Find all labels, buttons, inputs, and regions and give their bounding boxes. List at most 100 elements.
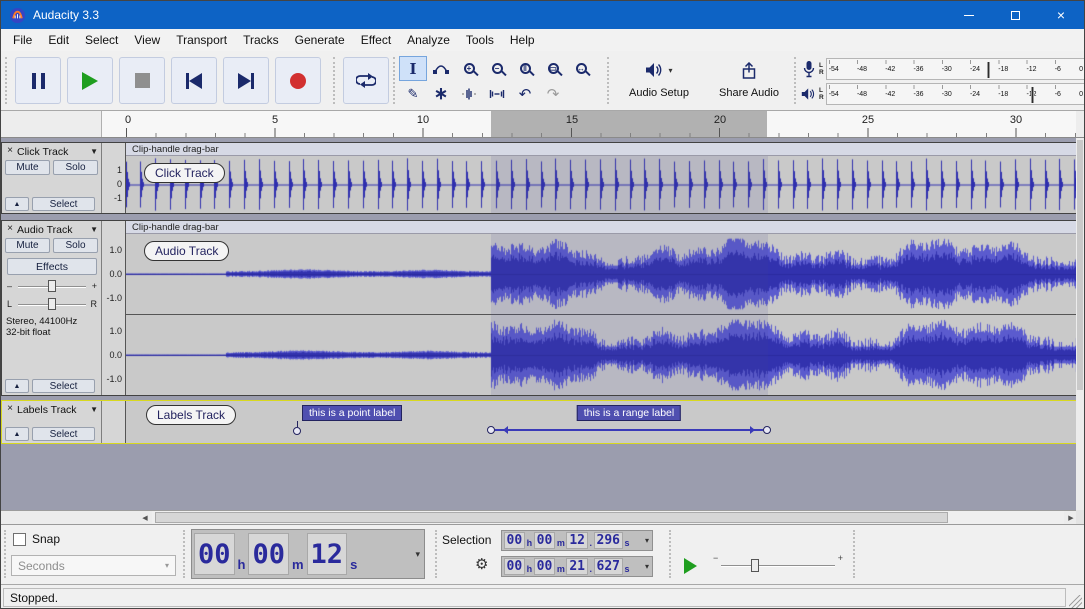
record-button[interactable] xyxy=(275,57,321,104)
audio-track-panel[interactable]: × Audio Track ▼ Mute Solo Effects – + L … xyxy=(2,221,102,395)
time-part[interactable]: s xyxy=(348,531,359,577)
mute-button[interactable]: Mute xyxy=(5,160,50,175)
time-part[interactable]: m xyxy=(290,531,306,577)
menu-item[interactable]: Help xyxy=(502,30,543,50)
toolbar-grip[interactable] xyxy=(794,57,798,104)
time-part[interactable]: h xyxy=(526,531,534,550)
point-label-text[interactable]: this is a point label xyxy=(302,405,403,421)
fit-project-button[interactable]: ▭ xyxy=(539,56,567,81)
track-name[interactable]: Audio Track xyxy=(17,224,72,236)
toolbar-grip[interactable] xyxy=(4,530,8,578)
playback-volume-slider[interactable] xyxy=(1030,87,1034,103)
gain-slider[interactable]: – + xyxy=(7,280,97,294)
labels-track-content[interactable]: Labels Track this is a point label this … xyxy=(126,401,1077,443)
zoom-in-button[interactable]: + xyxy=(455,56,483,81)
close-track-button[interactable]: × xyxy=(4,145,16,157)
click-track-vertical-ruler[interactable]: 1 0 -1 xyxy=(102,143,126,213)
minimize-button[interactable] xyxy=(946,1,992,29)
track-name[interactable]: Labels Track xyxy=(17,404,77,416)
gain-slider-thumb[interactable] xyxy=(48,280,56,292)
playback-meter[interactable]: LR -54-48-42-36-30-24-18-12-60 xyxy=(801,82,1084,106)
menu-item[interactable]: View xyxy=(126,30,168,50)
loop-button[interactable] xyxy=(343,57,389,104)
timeline-ruler[interactable]: 0 5 10 15 20 25 30 xyxy=(101,111,1076,137)
vertical-scrollbar[interactable] xyxy=(1076,138,1084,510)
toolbar-grip[interactable] xyxy=(607,57,611,104)
pan-slider-thumb[interactable] xyxy=(48,298,56,310)
solo-button[interactable]: Solo xyxy=(53,238,98,253)
close-track-button[interactable]: × xyxy=(4,403,16,415)
labels-track-panel[interactable]: × Labels Track ▼ ▲ Select xyxy=(2,401,102,443)
trim-audio-button[interactable] xyxy=(455,81,483,106)
redo-button[interactable]: ↷ xyxy=(539,81,567,106)
selection-end-field[interactable]: 00 h 00 m 21. 627 s ▾ xyxy=(501,556,653,577)
time-part[interactable]: s xyxy=(623,557,630,576)
multi-tool-button[interactable]: ∗ xyxy=(427,81,455,106)
close-button[interactable]: × xyxy=(1038,1,1084,29)
track-menu-chevron-icon[interactable]: ▼ xyxy=(90,225,98,234)
toolbar-grip[interactable] xyxy=(669,530,673,578)
tracks-view[interactable]: × Click Track ▼ Mute Solo ▲ Select 1 0 -… xyxy=(1,138,1078,510)
click-track-content[interactable]: Clip-handle drag-bar Click Track xyxy=(126,143,1077,213)
selection-start-field[interactable]: 00 h 00 m 12. 296 s ▾ xyxy=(501,530,653,551)
point-label-handle[interactable] xyxy=(293,427,301,435)
play-speed-slider[interactable]: − + xyxy=(713,553,843,575)
time-format-chevron-icon[interactable]: ▾ xyxy=(643,557,651,576)
horizontal-scrollbar-track[interactable] xyxy=(152,511,1064,524)
zoom-toggle-button[interactable]: ↔ xyxy=(567,56,595,81)
stop-button[interactable] xyxy=(119,57,165,104)
menu-item[interactable]: Effect xyxy=(353,30,399,50)
select-track-button[interactable]: Select xyxy=(32,427,95,441)
fit-selection-button[interactable]: ‖ xyxy=(511,56,539,81)
play-speed-slider-thumb[interactable] xyxy=(751,559,759,572)
toolbar-grip[interactable] xyxy=(393,57,397,104)
pause-button[interactable] xyxy=(15,57,61,104)
time-part[interactable]: 296 xyxy=(593,532,623,549)
time-part[interactable]: 00 xyxy=(533,558,556,575)
menu-item[interactable]: Tools xyxy=(458,30,502,50)
time-part[interactable]: h xyxy=(236,531,248,577)
collapse-track-button[interactable]: ▲ xyxy=(5,197,29,211)
play-speed-slider-track[interactable] xyxy=(721,565,835,567)
silence-audio-button[interactable] xyxy=(483,81,511,106)
time-part[interactable]: 00 xyxy=(503,532,526,549)
track-menu-chevron-icon[interactable]: ▼ xyxy=(90,405,98,414)
toolbar-grip[interactable] xyxy=(333,57,337,104)
share-audio-button[interactable]: Share Audio xyxy=(709,57,789,104)
menu-item[interactable]: Transport xyxy=(168,30,235,50)
horizontal-scrollbar[interactable]: ◀ ▶ xyxy=(138,511,1078,524)
snap-unit-dropdown[interactable]: Seconds ▾ xyxy=(11,555,176,576)
range-label-handle-end[interactable] xyxy=(763,426,771,434)
time-part[interactable]: 627 xyxy=(593,558,623,575)
track-name[interactable]: Click Track xyxy=(17,146,68,158)
time-part[interactable]: h xyxy=(526,557,534,576)
zoom-out-button[interactable]: − xyxy=(483,56,511,81)
recording-meter[interactable]: LR -54 -48 -42 -36 -30 -24 -18 -12 -6 0 xyxy=(801,57,1084,81)
time-part[interactable]: s xyxy=(623,531,630,550)
snap-checkbox[interactable] xyxy=(13,532,26,546)
time-part[interactable]: m xyxy=(556,557,566,576)
clip-drag-bar[interactable]: Clip-handle drag-bar xyxy=(126,143,1077,156)
toolbar-grip[interactable] xyxy=(5,57,9,104)
time-part[interactable]: 00 xyxy=(194,533,235,575)
effects-button[interactable]: Effects xyxy=(7,258,97,275)
time-part[interactable]: 00 xyxy=(248,533,289,575)
select-track-button[interactable]: Select xyxy=(32,197,95,211)
audio-position-display[interactable]: 00 h 00 m 12 s ▾ xyxy=(191,529,425,579)
time-part[interactable]: . xyxy=(588,531,593,550)
click-track-panel[interactable]: × Click Track ▼ Mute Solo ▲ Select xyxy=(2,143,102,213)
menu-item[interactable]: Analyze xyxy=(399,30,458,50)
time-part[interactable]: m xyxy=(556,531,566,550)
time-format-chevron-icon[interactable]: ▾ xyxy=(412,531,423,577)
range-label-bar[interactable] xyxy=(495,429,763,431)
envelope-tool-button[interactable] xyxy=(427,56,455,81)
play-at-speed-button[interactable] xyxy=(677,555,703,577)
track-menu-chevron-icon[interactable]: ▼ xyxy=(90,147,98,156)
menu-item[interactable]: File xyxy=(5,30,40,50)
selection-tool-button[interactable]: I xyxy=(399,56,427,81)
range-label-handle-start[interactable] xyxy=(487,426,495,434)
time-part[interactable]: 12 xyxy=(306,533,348,575)
time-part[interactable]: 00 xyxy=(533,532,556,549)
playback-meter-scale[interactable]: -54-48-42-36-30-24-18-12-60 xyxy=(825,83,1084,105)
horizontal-scrollbar-thumb[interactable] xyxy=(155,512,949,523)
